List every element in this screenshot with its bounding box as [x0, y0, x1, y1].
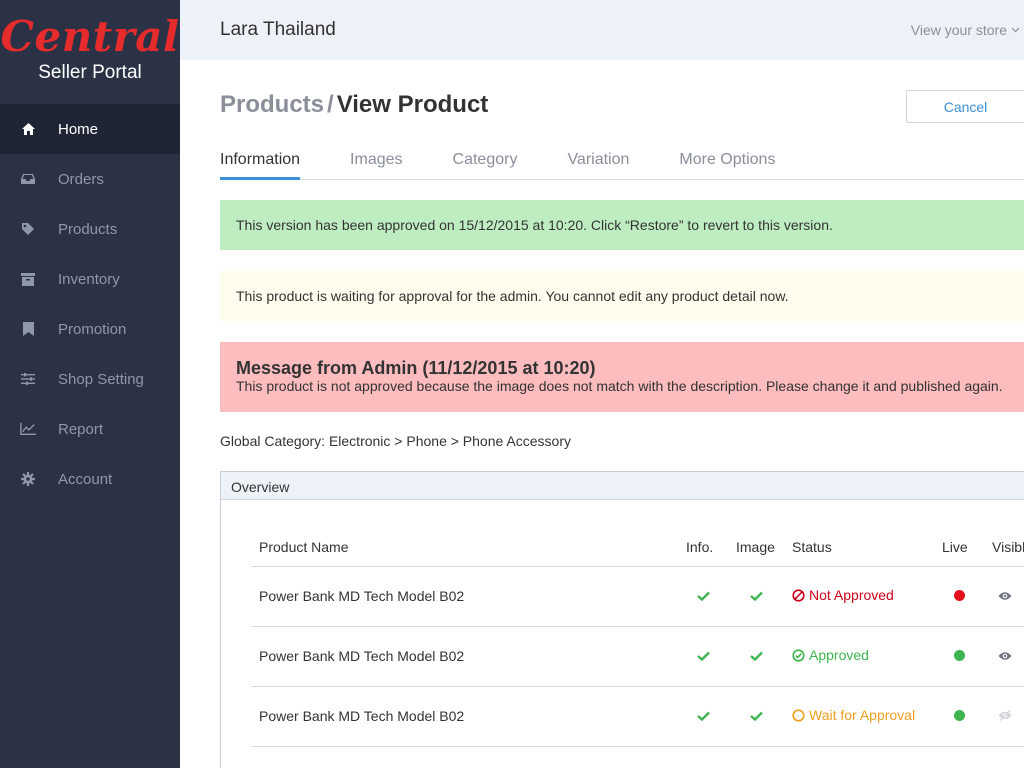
- column-header-live: Live: [934, 528, 984, 567]
- sidebar-item-report[interactable]: Report: [0, 404, 180, 454]
- sidebar-item-products[interactable]: Products: [0, 204, 180, 254]
- check-icon: [696, 591, 710, 601]
- column-header-info: Info.: [678, 528, 728, 567]
- gear-icon: [20, 471, 36, 487]
- table-header-row: Product Name Info. Image Status Live Vis…: [251, 528, 1024, 567]
- store-name: Lara Thailand: [220, 19, 336, 40]
- status-badge: Wait for Approval: [792, 707, 915, 723]
- top-header: Lara Thailand View your store: [180, 0, 1024, 60]
- breadcrumb-products[interactable]: Products: [220, 91, 324, 118]
- line-chart-icon: [20, 421, 36, 437]
- brand-subtitle: Seller Portal: [38, 62, 142, 83]
- status-label: Approved: [809, 647, 869, 664]
- live-indicator: [953, 590, 965, 601]
- live-indicator: [953, 710, 965, 721]
- table-row[interactable]: Power Bank MD Tech Model B02 Not Approve…: [251, 566, 1024, 627]
- admin-message-body: This product is not approved because the…: [236, 378, 1003, 394]
- admin-message-alert: Message from Admin (11/12/2015 at 10:20)…: [220, 342, 1024, 412]
- inbox-icon: [20, 171, 36, 187]
- check-circle-icon: [792, 649, 805, 662]
- sidebar-item-label: Report: [58, 420, 104, 438]
- page-title: Products / View Product: [220, 91, 488, 119]
- sidebar: Central Seller Portal Home Orders Produc…: [0, 0, 180, 768]
- check-icon: [749, 711, 763, 721]
- sidebar-item-label: Account: [58, 470, 113, 488]
- table-row[interactable]: Power Bank MD Tech Model B02 Approved: [251, 626, 1024, 687]
- admin-message-title: Message from Admin (11/12/2015 at 10:20): [236, 358, 596, 378]
- product-name: Power Bank MD Tech Model B02: [251, 686, 678, 747]
- sidebar-item-inventory[interactable]: Inventory: [0, 254, 180, 304]
- check-icon: [696, 651, 710, 661]
- view-store-label: View your store: [910, 22, 1007, 38]
- bookmark-icon: [20, 321, 36, 337]
- tag-icon: [20, 221, 36, 237]
- archive-icon: [20, 271, 36, 287]
- brand[interactable]: Central Seller Portal: [0, 0, 180, 104]
- eye-icon[interactable]: [998, 651, 1012, 661]
- breadcrumb-current: View Product: [336, 91, 489, 118]
- product-name: Power Bank MD Tech Model B02: [251, 626, 678, 687]
- column-header-image: Image: [728, 528, 784, 567]
- sidebar-item-label: Home: [58, 120, 99, 138]
- cancel-button[interactable]: Cancel: [906, 90, 1024, 123]
- sidebar-item-label: Promotion: [58, 320, 127, 338]
- column-header-visible: Visible: [984, 528, 1024, 567]
- product-name: Power Bank MD Tech Model B02: [251, 566, 678, 627]
- status-badge: Approved: [792, 647, 869, 663]
- check-icon: [749, 651, 763, 661]
- sidebar-nav: Home Orders Products Inventory Promotion: [0, 104, 180, 504]
- status-badge: Not Approved: [792, 587, 894, 603]
- breadcrumb-separator: /: [327, 91, 334, 118]
- sidebar-item-label: Shop Setting: [58, 370, 144, 388]
- approved-version-alert: This version has been approved on 15/12/…: [220, 200, 1024, 250]
- check-icon: [696, 711, 710, 721]
- overview-table: Product Name Info. Image Status Live Vis…: [251, 528, 1024, 747]
- status-label: Wait for Approval: [809, 707, 916, 724]
- ban-icon: [792, 589, 805, 602]
- brand-logo: Central: [0, 12, 180, 61]
- eye-slash-icon[interactable]: [998, 710, 1012, 721]
- tab-images[interactable]: Images: [350, 148, 402, 180]
- view-store-link[interactable]: View your store: [911, 22, 1020, 38]
- table-row[interactable]: Power Bank MD Tech Model B02 Wait for Ap…: [251, 686, 1024, 747]
- sidebar-item-orders[interactable]: Orders: [0, 154, 180, 204]
- live-indicator: [953, 650, 965, 661]
- tab-variation[interactable]: Variation: [567, 148, 629, 180]
- overview-title: Overview: [221, 472, 1024, 500]
- tab-more-options[interactable]: More Options: [679, 148, 775, 180]
- sidebar-item-label: Inventory: [58, 270, 120, 288]
- sidebar-item-label: Orders: [58, 170, 104, 188]
- sidebar-item-label: Products: [58, 220, 118, 238]
- column-header-status: Status: [784, 528, 934, 567]
- home-icon: [20, 121, 36, 137]
- sidebar-item-promotion[interactable]: Promotion: [0, 304, 180, 354]
- sidebar-item-shop-setting[interactable]: Shop Setting: [0, 354, 180, 404]
- global-category: Global Category: Electronic > Phone > Ph…: [220, 433, 571, 449]
- sidebar-item-home[interactable]: Home: [0, 104, 180, 154]
- status-label: Not Approved: [809, 587, 894, 604]
- overview-panel: Overview Product Name Info. Image Status…: [220, 471, 1024, 768]
- eye-icon[interactable]: [998, 591, 1012, 601]
- waiting-approval-alert: This product is waiting for approval for…: [220, 271, 1024, 321]
- sliders-icon: [20, 371, 36, 387]
- tab-category[interactable]: Category: [453, 148, 518, 180]
- chevron-down-icon: [1011, 27, 1020, 33]
- column-header-product-name: Product Name: [251, 528, 678, 567]
- circle-outline-icon: [792, 709, 805, 722]
- product-tabs: Information Images Category Variation Mo…: [220, 148, 1024, 180]
- sidebar-item-account[interactable]: Account: [0, 454, 180, 504]
- check-icon: [749, 591, 763, 601]
- tab-information[interactable]: Information: [220, 148, 301, 180]
